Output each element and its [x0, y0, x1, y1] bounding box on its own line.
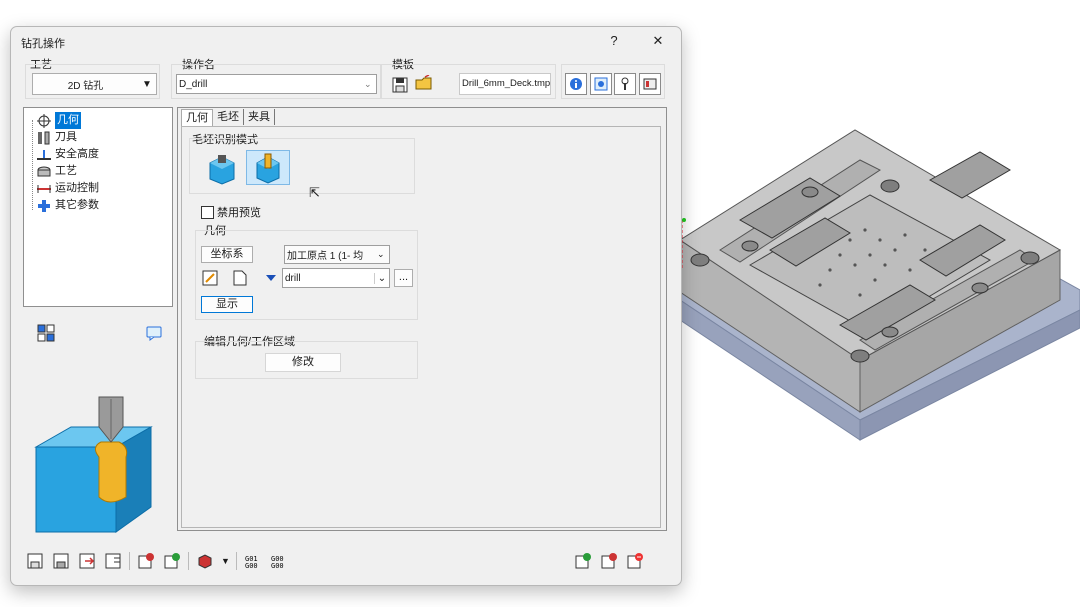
bottom-toolbar-right [573, 551, 645, 571]
motion-icon [37, 184, 51, 193]
tree-item-label: 安全高度 [55, 148, 99, 160]
geometry-value: drill [285, 272, 301, 284]
stock-mode-manual-icon[interactable] [246, 150, 290, 185]
mold-plate-model [680, 129, 1080, 441]
tab-geometry[interactable]: 几何 [181, 109, 213, 126]
template-field[interactable]: Drill_6mm_Deck.tmp [459, 73, 551, 95]
calculate-all-icon[interactable] [599, 551, 619, 571]
disable-preview-label: 禁用预览 [217, 207, 261, 219]
title-bar: 钻孔操作 ? ✕ [11, 27, 681, 55]
toolbar-divider [129, 552, 130, 570]
tree-guide [32, 120, 34, 210]
save-as-icon[interactable] [51, 551, 71, 571]
chevron-down-icon: ⌄ [374, 272, 389, 284]
edit-geometry-icon[interactable] [200, 268, 220, 288]
export-icon[interactable] [77, 551, 97, 571]
comment-icon[interactable] [144, 323, 164, 343]
content-pane: 几何 毛坯 夹具 毛坯识别模式 ⇱ 禁用预览 几何 坐标系 加工原点 1 (1-… [177, 107, 667, 531]
add-operation-icon[interactable] [136, 551, 156, 571]
tree-item-other[interactable]: 其它参数 [36, 197, 166, 214]
tree-list: 几何 刀具 安全高度 工艺 运动控制 其它参数 [36, 112, 166, 214]
tree-item-label: 其它参数 [55, 199, 99, 211]
tree-item-label: 运动控制 [55, 182, 99, 194]
disable-preview-checkbox[interactable]: 禁用预览 [201, 204, 261, 220]
tree-item-safe-height[interactable]: 安全高度 [36, 146, 166, 163]
toolbar-divider [188, 552, 189, 570]
tree-item-process[interactable]: 工艺 [36, 163, 166, 180]
open-folder-icon[interactable] [414, 73, 434, 93]
origin-combo[interactable]: 加工原点 1 (1- 均 ⌄ [284, 245, 390, 264]
gcode-icon[interactable]: G01 G00 [243, 551, 263, 571]
dialog-title: 钻孔操作 [21, 38, 65, 50]
operation-name-value: D_drill [179, 78, 208, 90]
close-button[interactable]: ✕ [645, 31, 671, 51]
info-icon[interactable] [565, 73, 587, 95]
target-icon [37, 113, 51, 128]
parameter-tree: 几何 刀具 安全高度 工艺 运动控制 其它参数 [23, 107, 173, 307]
mouse-cursor-icon: ⇱ [309, 185, 320, 200]
tree-item-label: 刀具 [55, 131, 77, 143]
modify-button[interactable]: 修改 [265, 353, 341, 372]
cad-viewport[interactable] [680, 100, 1080, 450]
drill-operation-dialog: 钻孔操作 ? ✕ 工艺 2D 钻孔 ▼ 操作名 D_drill ⌄ 模板 Dri… [10, 26, 682, 586]
parameter-icon[interactable] [639, 73, 661, 95]
plus-icon [38, 199, 50, 212]
tree-item-label: 几何 [55, 112, 81, 129]
process-icon [37, 166, 51, 176]
tab-fixture[interactable]: 夹具 [244, 109, 275, 125]
view-icon[interactable] [590, 73, 612, 95]
stock-view-icon[interactable] [195, 551, 215, 571]
calculate-icon[interactable] [573, 551, 593, 571]
save-icon[interactable] [25, 551, 45, 571]
toolbar-divider [235, 552, 237, 570]
add-group-icon[interactable] [162, 551, 182, 571]
checkbox-box [201, 205, 214, 219]
svg-text:G00: G00 [245, 562, 258, 569]
tree-item-geometry[interactable]: 几何 [36, 112, 166, 129]
key-icon[interactable] [614, 73, 636, 95]
document-icon[interactable] [230, 268, 250, 288]
svg-text:G00: G00 [271, 562, 284, 569]
process-dropdown[interactable]: 2D 钻孔 ▼ [32, 73, 157, 95]
drill-preview-image [31, 387, 161, 547]
more-button[interactable]: ... [394, 269, 413, 287]
geometry-combo[interactable]: drill ⌄ [282, 268, 390, 288]
tree-item-tool[interactable]: 刀具 [36, 129, 166, 146]
gcode-preview-icon[interactable]: G00 G00 [269, 551, 289, 571]
cancel-operation-icon[interactable] [625, 551, 645, 571]
operation-name-combo[interactable]: D_drill ⌄ [176, 74, 377, 94]
bottom-toolbar-left: ▼ G01 G00 G00 G00 [25, 551, 289, 571]
tab-strip: 几何 毛坯 夹具 [181, 109, 275, 126]
stock-view-dropdown-icon[interactable]: ▼ [221, 556, 230, 566]
coord-system-button[interactable]: 坐标系 [201, 246, 253, 263]
origin-value: 加工原点 1 (1- 均 [287, 251, 364, 262]
filter-icon[interactable] [264, 270, 278, 286]
chevron-down-icon: ⌄ [377, 249, 385, 259]
show-button[interactable]: 显示 [201, 296, 253, 313]
process-value: 2D 钻孔 [67, 80, 104, 92]
save-template-icon[interactable] [390, 75, 410, 95]
tree-item-motion[interactable]: 运动控制 [36, 180, 166, 197]
layout-icon[interactable] [36, 323, 56, 343]
tab-stock[interactable]: 毛坯 [213, 109, 244, 125]
save-list-icon[interactable] [103, 551, 123, 571]
tree-item-label: 工艺 [55, 165, 77, 177]
dropdown-arrow-icon: ▼ [142, 78, 152, 90]
tool-icon [38, 131, 50, 144]
stock-mode-auto-icon[interactable] [204, 153, 240, 185]
tab-page: 毛坯识别模式 ⇱ 禁用预览 几何 坐标系 加工原点 1 (1- 均 ⌄ dril… [181, 126, 661, 528]
safe-height-icon [37, 149, 51, 160]
help-button[interactable]: ? [601, 31, 627, 51]
chevron-down-icon: ⌄ [364, 78, 372, 89]
